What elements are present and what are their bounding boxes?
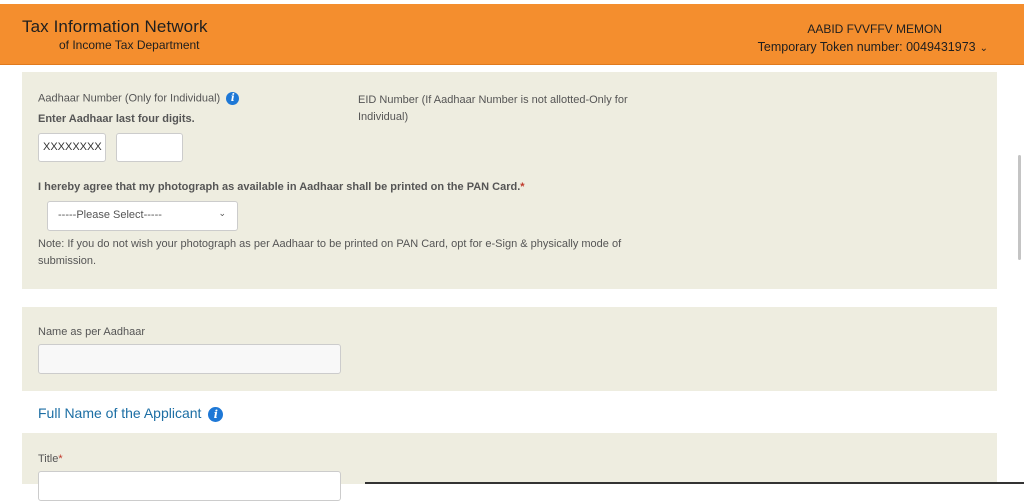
chevron-down-icon: ⌄ [218, 208, 226, 218]
brand-title: Tax Information Network [22, 17, 208, 36]
photo-consent-select-value: -----Please Select----- [58, 209, 162, 221]
photo-consent-note: Note: If you do not wish your photograph… [38, 238, 622, 267]
aadhaar-label-row: Aadhaar Number (Only for Individual) i [38, 92, 240, 105]
token-dropdown[interactable]: Temporary Token number: 0049431973 ⌄ [758, 40, 988, 54]
required-mark: * [520, 181, 525, 193]
user-name: AABID FVVFFV MEMON [807, 22, 942, 36]
photo-consent-select[interactable]: -----Please Select----- ⌄ [47, 201, 238, 231]
applicant-section-title: Full Name of the Applicant i [38, 405, 224, 422]
name-as-aadhaar-input[interactable] [38, 344, 341, 374]
aadhaar-last-four-input[interactable] [116, 133, 183, 162]
info-icon[interactable]: i [226, 92, 240, 105]
photo-consent-question: I hereby agree that my photograph as ava… [38, 181, 525, 193]
aadhaar-panel: Aadhaar Number (Only for Individual) i E… [22, 72, 997, 289]
aadhaar-masked-field: XXXXXXXX [38, 133, 106, 162]
token-label: Temporary Token number: 0049431973 [757, 40, 976, 54]
chevron-down-icon: ⌄ [979, 42, 988, 54]
aadhaar-label: Aadhaar Number (Only for Individual) [38, 92, 221, 105]
brand-subtitle: of Income Tax Department [59, 38, 200, 52]
title-label: Title* [38, 453, 63, 465]
header-bar: Tax Information Network of Income Tax De… [0, 4, 1024, 65]
name-as-aadhaar-panel: Name as per Aadhaar [22, 307, 997, 391]
aadhaar-instruction: Enter Aadhaar last four digits. [38, 113, 195, 125]
aadhaar-masked-value: XXXXXXXX [43, 141, 102, 153]
name-as-aadhaar-label: Name as per Aadhaar [38, 326, 146, 338]
applicant-panel: Title* [22, 433, 997, 501]
title-select[interactable] [38, 471, 341, 501]
scrollbar[interactable] [1018, 155, 1021, 260]
info-icon[interactable]: i [208, 406, 224, 422]
eid-label: EID Number (If Aadhaar Number is not all… [358, 94, 628, 123]
required-mark: * [58, 453, 63, 465]
